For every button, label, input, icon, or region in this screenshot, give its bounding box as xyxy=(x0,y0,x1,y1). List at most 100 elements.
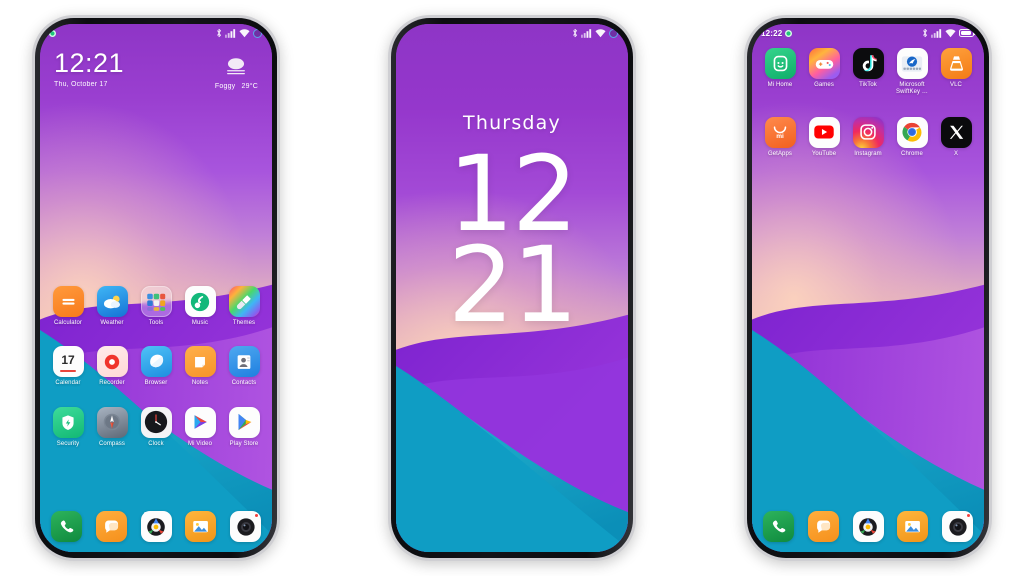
app-row: Calculator Weather Tools Music Themes xyxy=(40,286,272,327)
app-label: Compass xyxy=(98,440,126,447)
app-play-store[interactable]: Play Store xyxy=(225,406,263,448)
app-label: Calculator xyxy=(53,320,82,326)
dock-phone[interactable] xyxy=(51,511,82,542)
app-label: Instagram xyxy=(854,150,882,157)
compass-icon xyxy=(96,406,128,438)
phone-2-bezel: Thursday 12 21 xyxy=(391,18,633,558)
status-right-group xyxy=(216,28,262,38)
app-label: Tools xyxy=(148,320,164,326)
app-mi-home[interactable]: Mi Home xyxy=(761,48,799,97)
mi-video-icon xyxy=(184,406,216,438)
dock-camera[interactable] xyxy=(942,511,973,542)
app-games[interactable]: Games xyxy=(805,48,843,97)
clock-widget[interactable]: 12:21 Thu, October 17 xyxy=(54,48,125,89)
phone-2-status-bar xyxy=(396,24,628,42)
signal-bars-icon xyxy=(581,28,592,38)
clock-icon xyxy=(140,406,172,438)
lock-screen-clock: Thursday 12 21 xyxy=(396,24,628,338)
app-recorder[interactable]: Recorder xyxy=(93,346,131,387)
app-themes[interactable]: Themes xyxy=(225,286,263,327)
dock-phone[interactable] xyxy=(763,511,794,542)
phone-1-home-screen: 12:21 Thu, October 17 Foggy 29°C Calcula… xyxy=(32,15,280,561)
phone-3-status-bar: 12:22 xyxy=(752,24,984,42)
browser-icon xyxy=(140,346,172,378)
camera-punchhole xyxy=(253,28,262,38)
wifi-icon xyxy=(945,28,956,38)
weather-widget-readout: Foggy 29°C xyxy=(213,83,260,90)
app-mi-video[interactable]: Mi Video xyxy=(181,406,219,448)
app-label: Music xyxy=(191,320,209,326)
app-youtube[interactable]: YouTube xyxy=(805,116,843,158)
phone-mockup-stage: 12:21 Thu, October 17 Foggy 29°C Calcula… xyxy=(0,0,1024,576)
dock-mi-browser[interactable] xyxy=(140,511,172,542)
app-label: YouTube xyxy=(811,150,837,157)
dock-messages[interactable] xyxy=(807,511,839,542)
security-shield-icon xyxy=(52,406,84,438)
app-label: GetApps xyxy=(767,150,793,157)
clock-widget-date: Thu, October 17 xyxy=(54,81,108,88)
getapps-icon: mi xyxy=(764,116,796,148)
app-security[interactable]: Security xyxy=(49,406,87,448)
notes-icon xyxy=(184,346,216,378)
app-row: Security Compass Clock Mi Video Play Sto… xyxy=(40,406,272,448)
phone-1-status-bar xyxy=(40,24,272,42)
app-music[interactable]: Music xyxy=(181,286,219,327)
app-weather[interactable]: Weather xyxy=(93,286,131,327)
app-tiktok[interactable]: TikTok xyxy=(849,48,887,97)
phone-1-screen[interactable]: 12:21 Thu, October 17 Foggy 29°C Calcula… xyxy=(40,24,272,552)
app-label: Notes xyxy=(191,380,209,387)
contacts-icon xyxy=(228,346,260,378)
app-label: Weather xyxy=(100,320,124,326)
app-tools-folder[interactable]: Tools xyxy=(137,286,175,327)
app-swiftkey[interactable]: Microsoft SwiftKey … xyxy=(893,48,931,97)
app-contacts[interactable]: Contacts xyxy=(225,346,263,387)
tools-folder-icon xyxy=(140,286,172,317)
dock-camera[interactable] xyxy=(230,511,261,542)
app-browser[interactable]: Browser xyxy=(137,346,175,387)
dock-gallery[interactable] xyxy=(897,511,929,542)
app-row: 17 Calendar Recorder Browser Notes Conta… xyxy=(40,346,272,387)
tiktok-icon xyxy=(852,48,884,79)
x-icon xyxy=(940,116,972,148)
mi-home-icon xyxy=(764,48,796,79)
calendar-icon: 17 xyxy=(52,346,84,378)
camera-notification-badge xyxy=(254,513,259,518)
app-notes[interactable]: Notes xyxy=(181,346,219,387)
phone-3-screen[interactable]: 12:22 Mi Home Games TikTok Microsoft Swi… xyxy=(752,24,984,552)
phone-3-app-grid: Mi Home Games TikTok Microsoft SwiftKey … xyxy=(752,48,984,158)
status-bar-time: 12:22 xyxy=(761,28,783,38)
phone-2-lock-screen: Thursday 12 21 xyxy=(388,15,636,561)
bluetooth-icon xyxy=(922,28,928,38)
app-label: X xyxy=(953,150,959,157)
app-x[interactable]: X xyxy=(937,116,975,158)
phone-2-screen[interactable]: Thursday 12 21 xyxy=(396,24,628,552)
calendar-underline xyxy=(60,370,76,373)
weather-temperature: 29°C xyxy=(241,83,258,90)
app-label: Play Store xyxy=(229,440,259,447)
lock-clock-day: Thursday xyxy=(463,112,561,134)
app-clock[interactable]: Clock xyxy=(137,406,175,448)
bluetooth-icon xyxy=(572,28,578,38)
app-getapps[interactable]: mi GetApps xyxy=(761,116,799,158)
themes-icon xyxy=(228,286,260,317)
wifi-icon xyxy=(595,28,606,38)
app-label: Mi Home xyxy=(767,82,793,88)
dock-mi-browser[interactable] xyxy=(852,511,884,542)
app-calculator[interactable]: Calculator xyxy=(49,286,87,327)
app-label: Contacts xyxy=(231,380,257,387)
clock-widget-time: 12:21 xyxy=(54,48,125,78)
app-chrome[interactable]: Chrome xyxy=(893,116,931,158)
app-compass[interactable]: Compass xyxy=(93,406,131,448)
green-dot-icon xyxy=(785,29,793,37)
weather-widget[interactable]: Foggy 29°C xyxy=(213,54,260,90)
play-store-icon xyxy=(228,406,260,438)
chrome-icon xyxy=(896,116,928,148)
status-left-group xyxy=(49,29,56,37)
app-vlc[interactable]: VLC xyxy=(937,48,975,97)
dock-messages[interactable] xyxy=(95,511,127,542)
app-instagram[interactable]: Instagram xyxy=(849,116,887,158)
app-label: Browser xyxy=(144,380,168,387)
app-calendar[interactable]: 17 Calendar xyxy=(49,346,87,387)
bluetooth-icon xyxy=(216,28,222,38)
dock-gallery[interactable] xyxy=(185,511,217,542)
